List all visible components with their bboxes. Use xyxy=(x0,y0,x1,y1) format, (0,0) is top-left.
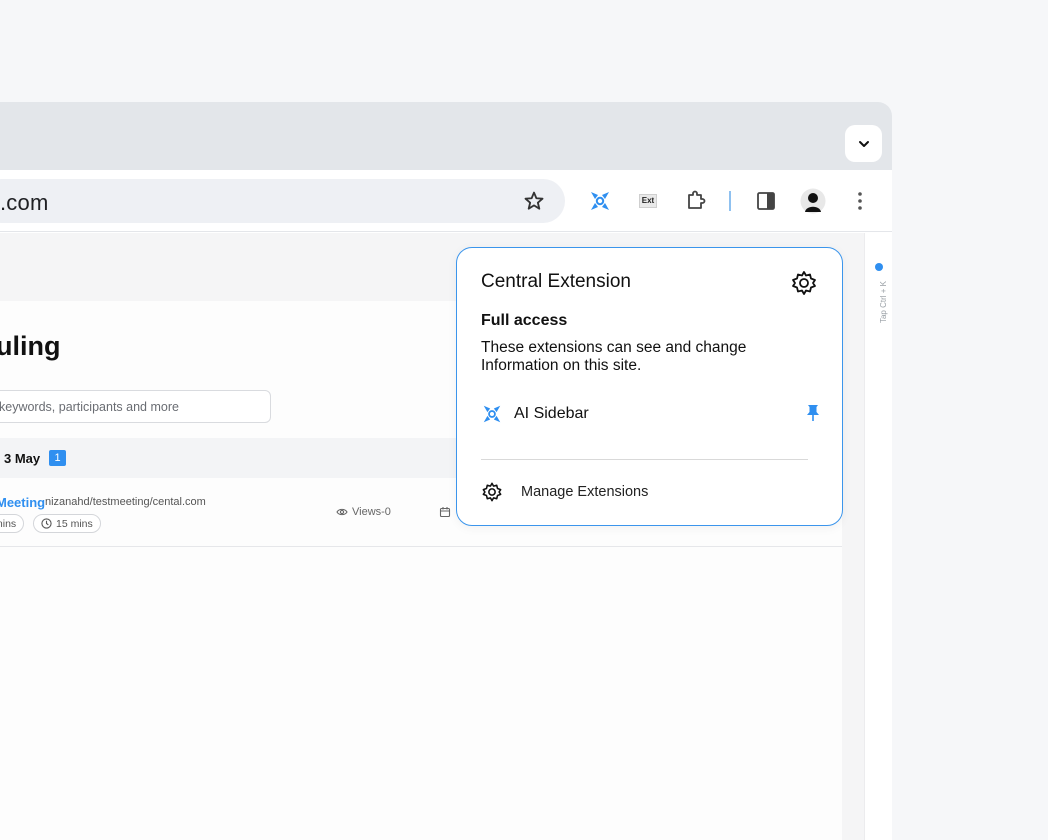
date-group-label: 3 May xyxy=(4,451,41,466)
meeting-title-link[interactable]: Meeting xyxy=(0,495,45,510)
meeting-views-label: Views-0 xyxy=(352,506,391,518)
duration-pill-label: mins xyxy=(0,517,17,530)
bookmark-star-icon[interactable] xyxy=(523,190,545,212)
address-bar[interactable]: .com xyxy=(0,179,565,223)
popup-divider xyxy=(481,459,808,460)
tab-strip xyxy=(0,102,892,170)
extension-list-item[interactable]: AI Sidebar xyxy=(481,401,821,427)
ai-sidebar-logo-icon xyxy=(483,405,501,423)
extensions-menu-button[interactable] xyxy=(683,188,709,214)
rail-shortcut-hint: Tap Ctrl + K xyxy=(879,281,888,324)
tab-search-button[interactable] xyxy=(845,125,882,162)
page-title: uling xyxy=(0,331,61,361)
access-section-title: Full access xyxy=(481,312,568,329)
address-bar-url: .com xyxy=(0,190,49,215)
extension-popup: Central Extension Full access These exte… xyxy=(456,247,843,526)
popup-title: Central Extension xyxy=(481,271,631,292)
meeting-search-box[interactable] xyxy=(0,390,271,423)
browser-toolbar: .com Ext xyxy=(0,170,892,232)
calendar-icon xyxy=(439,507,451,518)
date-group-count-badge: 1 xyxy=(49,450,66,466)
manage-extensions-button[interactable]: Manage Extensions xyxy=(481,481,801,503)
side-panel-button[interactable] xyxy=(753,188,779,214)
clock-icon xyxy=(41,518,52,529)
central-extension-button[interactable] xyxy=(587,188,613,214)
rail-status-dot xyxy=(875,263,883,271)
meeting-search-input[interactable] xyxy=(0,391,259,422)
side-panel-icon xyxy=(757,192,775,210)
more-vertical-icon xyxy=(858,192,862,210)
meeting-url: nizanahd/testmeeting/cental.com xyxy=(45,496,206,508)
duration-pill: 15 mins xyxy=(33,514,101,533)
settings-gear-icon xyxy=(482,482,502,502)
duration-pill-label: 15 mins xyxy=(56,517,93,530)
puzzle-piece-icon xyxy=(688,190,706,209)
access-description: These extensions can see and change Info… xyxy=(481,339,747,374)
manage-extensions-label: Manage Extensions xyxy=(521,484,649,500)
ext-extension-button[interactable]: Ext xyxy=(635,188,661,214)
avatar-icon xyxy=(800,188,826,214)
extension-name: AI Sidebar xyxy=(514,405,589,422)
settings-gear-icon[interactable] xyxy=(790,269,818,297)
meeting-views: Views-0 xyxy=(336,506,391,518)
duration-pill: mins xyxy=(0,514,25,533)
ai-sidebar-rail[interactable]: Tap Ctrl + K xyxy=(864,233,892,840)
browser-menu-button[interactable] xyxy=(847,188,873,214)
toolbar-divider xyxy=(729,191,731,211)
chevron-down-icon xyxy=(858,140,869,147)
central-extension-logo-icon xyxy=(591,192,609,210)
profile-avatar-button[interactable] xyxy=(800,188,826,214)
eye-icon xyxy=(336,508,348,516)
pin-icon[interactable] xyxy=(805,404,821,422)
ext-badge-icon: Ext xyxy=(638,194,658,208)
